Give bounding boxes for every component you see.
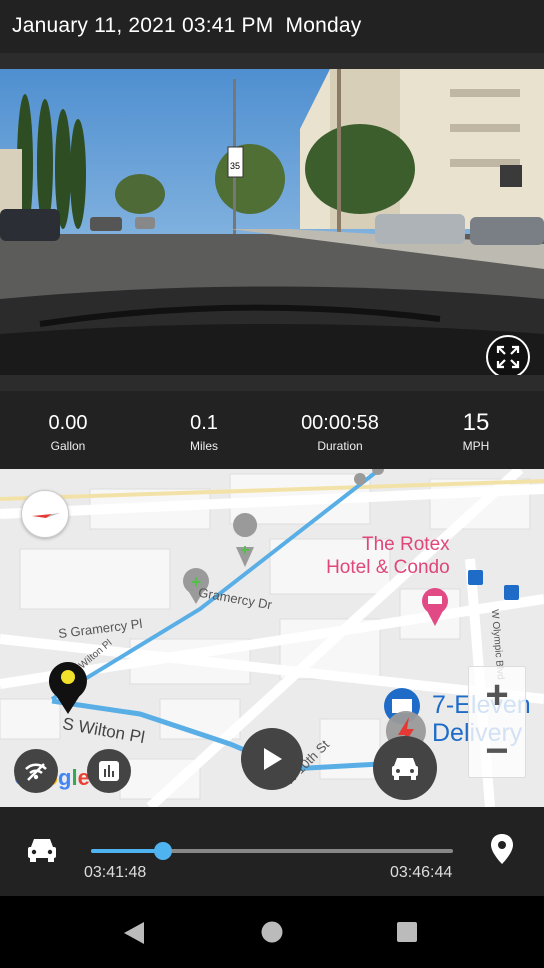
recents-icon bbox=[397, 922, 417, 942]
location-pin-icon bbox=[491, 834, 513, 864]
car-icon bbox=[392, 758, 418, 780]
location-button[interactable] bbox=[490, 833, 514, 870]
separator bbox=[0, 375, 544, 391]
zoom-in-button[interactable]: + bbox=[469, 667, 525, 723]
play-button[interactable] bbox=[241, 728, 303, 790]
home-icon bbox=[261, 921, 283, 943]
stats-button[interactable] bbox=[87, 749, 131, 793]
fullscreen-button[interactable] bbox=[486, 335, 530, 379]
stat-value: 0.00 bbox=[48, 412, 88, 434]
dashcam-video[interactable]: 35 bbox=[0, 69, 544, 375]
compass-button[interactable] bbox=[21, 490, 69, 538]
zoom-controls: + − bbox=[468, 666, 526, 778]
stat-gallon: 0.00 Gallon bbox=[0, 391, 136, 469]
separator bbox=[0, 53, 544, 69]
stat-unit: MPH bbox=[462, 439, 490, 453]
weekday: Monday bbox=[285, 14, 362, 37]
recents-button[interactable] bbox=[396, 921, 418, 948]
end-time: 03:46:44 bbox=[390, 864, 453, 881]
hotel-poi-label[interactable]: The Rotex Hotel & Condo bbox=[322, 533, 450, 579]
stat-value: 0.1 bbox=[190, 412, 218, 434]
fullscreen-expand-icon bbox=[496, 345, 520, 369]
stat-value: 00:00:58 bbox=[301, 412, 379, 434]
back-button[interactable] bbox=[122, 920, 146, 951]
compass-icon bbox=[32, 513, 60, 518]
trip-map[interactable]: + + S Gramercy Pl Gramercy Dr S Wilton P… bbox=[0, 469, 544, 807]
signal-icon bbox=[25, 763, 47, 781]
follow-car-button[interactable] bbox=[373, 736, 437, 800]
start-time: 03:41:48 bbox=[84, 864, 147, 881]
back-icon bbox=[124, 922, 144, 944]
playback-timeline: 03:41:48 03:46:44 bbox=[0, 807, 544, 896]
play-icon bbox=[264, 748, 282, 770]
poi-line: The Rotex bbox=[362, 534, 450, 555]
signal-button[interactable] bbox=[14, 749, 58, 793]
poi-line: Hotel & Condo bbox=[326, 557, 450, 578]
car-icon bbox=[28, 839, 56, 862]
svg-text:+: + bbox=[240, 542, 249, 559]
title-bar: January 11, 2021 03:41 PM Monday bbox=[0, 0, 544, 53]
system-nav-bar bbox=[0, 896, 544, 968]
video-frame: 35 bbox=[0, 69, 544, 375]
seek-handle[interactable] bbox=[154, 842, 173, 860]
stat-unit: Gallon bbox=[50, 439, 86, 453]
stat-unit: Duration bbox=[317, 439, 363, 453]
bus-stop-icon bbox=[468, 570, 483, 585]
stat-unit: Miles bbox=[189, 439, 218, 453]
stat-duration: 00:00:58 Duration bbox=[272, 391, 408, 469]
zoom-out-button[interactable]: − bbox=[469, 723, 525, 779]
home-button[interactable] bbox=[261, 921, 283, 948]
date-time: January 11, 2021 03:41 PM bbox=[12, 14, 274, 37]
car-button[interactable] bbox=[26, 835, 58, 868]
stat-miles: 0.1 Miles bbox=[136, 391, 272, 469]
seek-progress bbox=[91, 849, 164, 853]
stat-value: 15 bbox=[462, 409, 490, 436]
trip-datetime: January 11, 2021 03:41 PM Monday bbox=[12, 14, 361, 38]
speed-limit-sign: 35 bbox=[230, 161, 240, 171]
bus-stop-icon bbox=[504, 585, 519, 600]
stat-speed: 15 MPH bbox=[408, 391, 544, 469]
stats-chart-icon bbox=[99, 761, 119, 781]
trip-stats: 0.00 Gallon 0.1 Miles 00:00:58 Duration … bbox=[0, 391, 544, 469]
